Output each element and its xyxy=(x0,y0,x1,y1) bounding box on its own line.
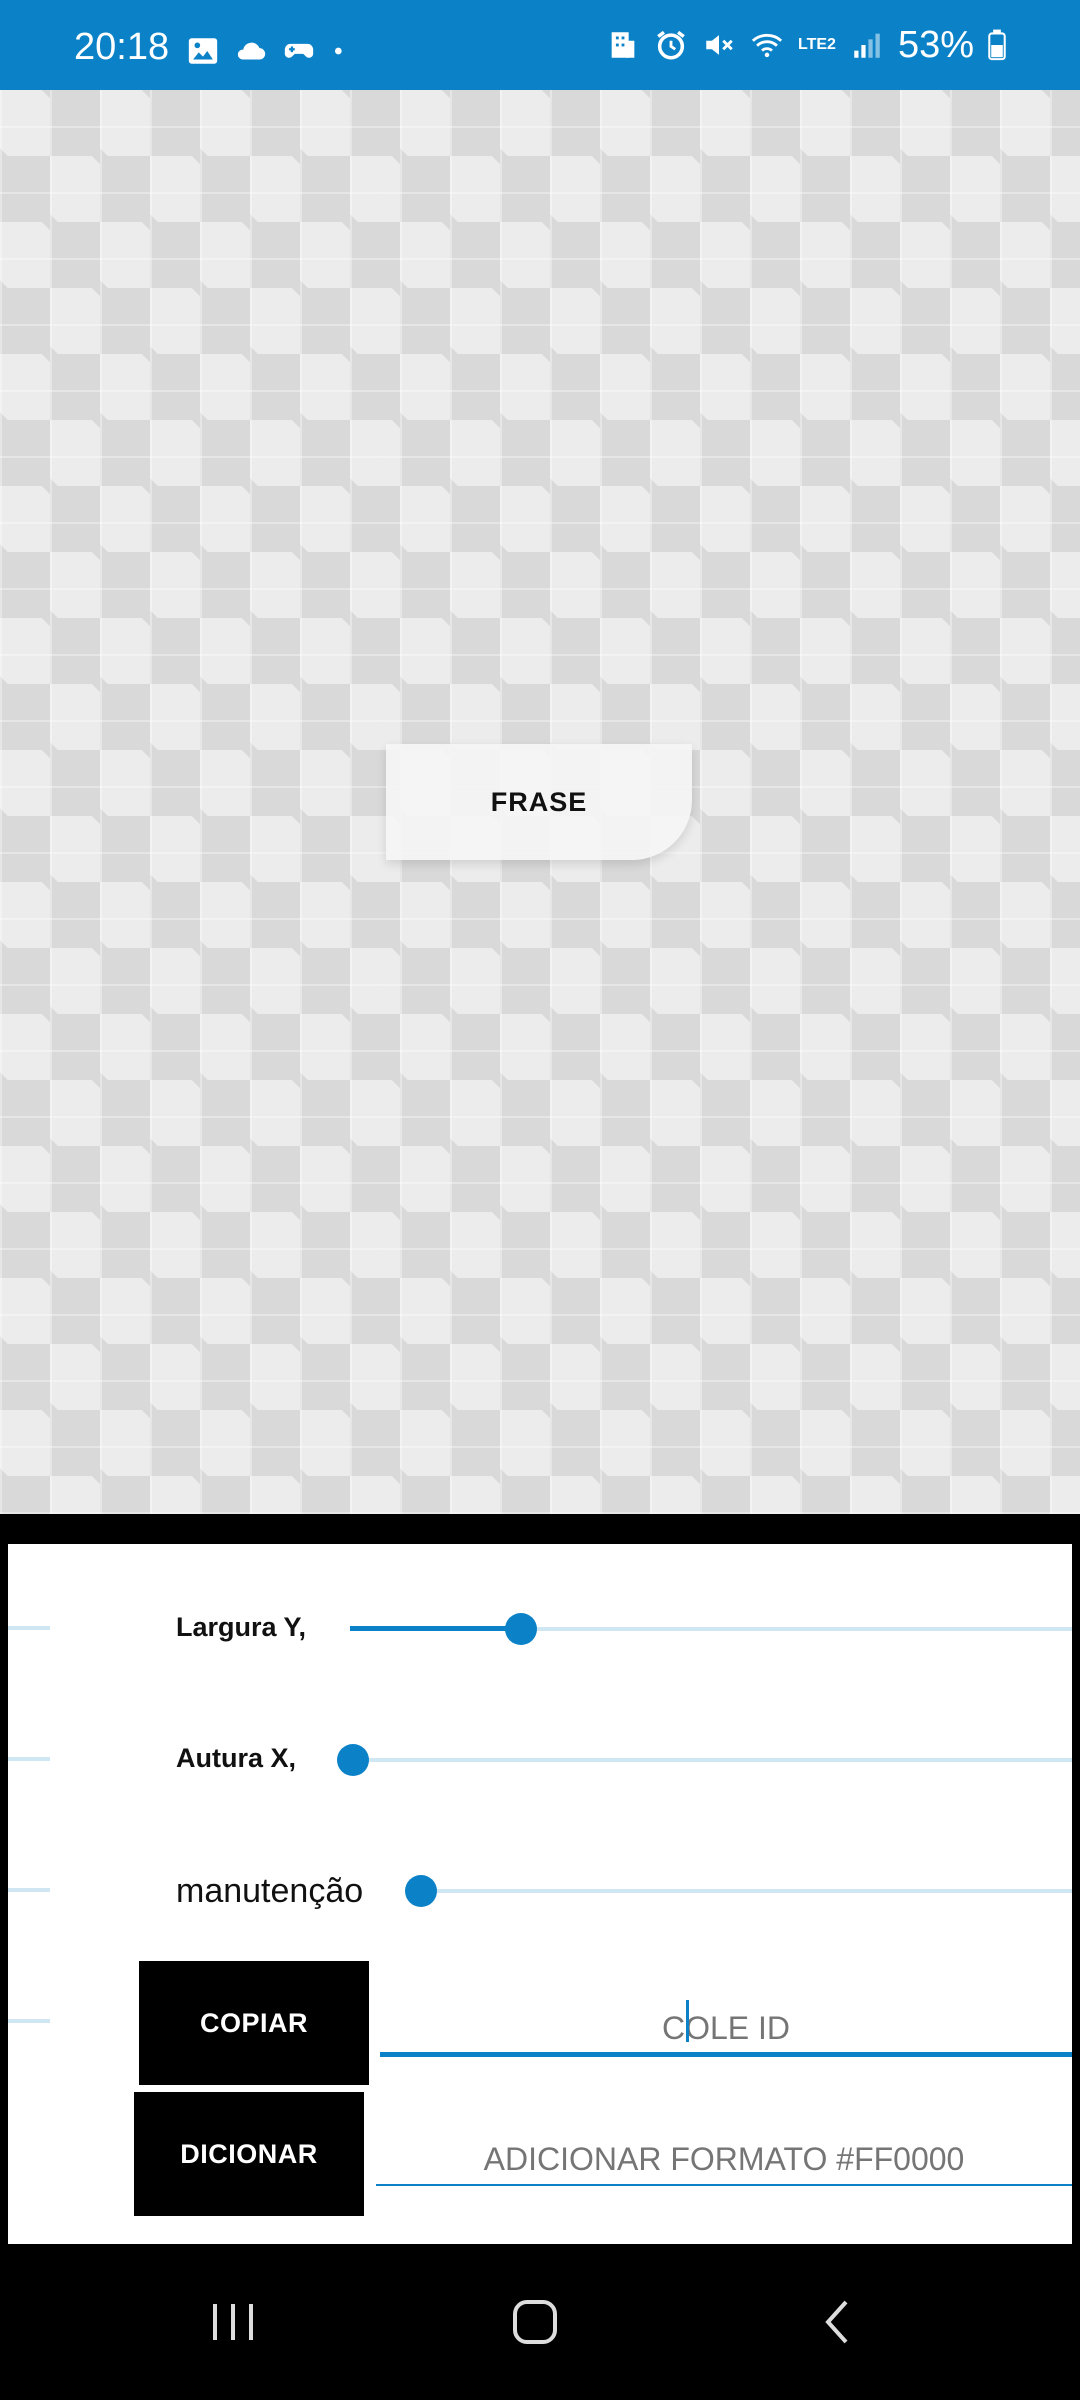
height-slider-track xyxy=(353,1758,1072,1762)
building-icon xyxy=(611,32,635,58)
back-icon[interactable] xyxy=(808,2292,868,2352)
left-tick xyxy=(8,2019,50,2023)
text-cursor xyxy=(686,2000,689,2042)
format-input-underline xyxy=(376,2184,1072,2186)
height-slider-thumb[interactable] xyxy=(337,1744,369,1776)
status-time: 20:18 xyxy=(74,26,170,68)
recents-icon[interactable] xyxy=(203,2292,263,2352)
width-label: Largura Y, xyxy=(176,1612,307,1642)
cloud-icon xyxy=(237,42,266,60)
navigation-bar xyxy=(0,2244,1080,2400)
battery-percent: 53% xyxy=(897,24,974,66)
phrase-box[interactable]: FRASE xyxy=(386,744,692,860)
status-left-icons xyxy=(186,34,350,68)
width-slider-thumb[interactable] xyxy=(505,1613,537,1645)
format-input[interactable] xyxy=(376,2131,1072,2187)
status-right: LTE2 53% xyxy=(606,26,1006,64)
mute-icon xyxy=(706,35,733,55)
gallery-icon xyxy=(188,38,218,64)
id-input-underline xyxy=(380,2052,1072,2057)
phrase-label: FRASE xyxy=(490,786,588,817)
preview-canvas[interactable]: FRASE xyxy=(0,90,1080,1514)
maintenance-label: manutenção xyxy=(176,1872,364,1910)
signal-icon xyxy=(854,33,880,58)
maintenance-slider-track xyxy=(421,1889,1072,1893)
dot-icon xyxy=(335,47,342,55)
width-slider-fill xyxy=(350,1626,521,1631)
battery-icon xyxy=(988,29,1006,61)
status-bar: 20:18 LTE2 53% xyxy=(0,0,1080,90)
copy-button[interactable]: COPIAR xyxy=(139,1961,369,2085)
left-tick xyxy=(8,1888,50,1892)
wifi-icon xyxy=(751,33,783,58)
game-controller-icon xyxy=(284,43,314,58)
add-button[interactable]: DICIONAR xyxy=(134,2092,364,2216)
id-input[interactable] xyxy=(380,2000,1072,2056)
left-tick xyxy=(8,1757,50,1761)
panel-divider xyxy=(0,1514,1080,1544)
network-type: LTE2 xyxy=(798,36,836,53)
left-tick xyxy=(8,1626,50,1630)
maintenance-slider-thumb[interactable] xyxy=(405,1875,437,1907)
home-icon[interactable] xyxy=(505,2292,565,2352)
alarm-icon xyxy=(657,30,685,60)
control-panel: Largura Y, Autura X, manutenção COPIAR D… xyxy=(8,1544,1072,2244)
height-label: Autura X, xyxy=(176,1743,297,1773)
